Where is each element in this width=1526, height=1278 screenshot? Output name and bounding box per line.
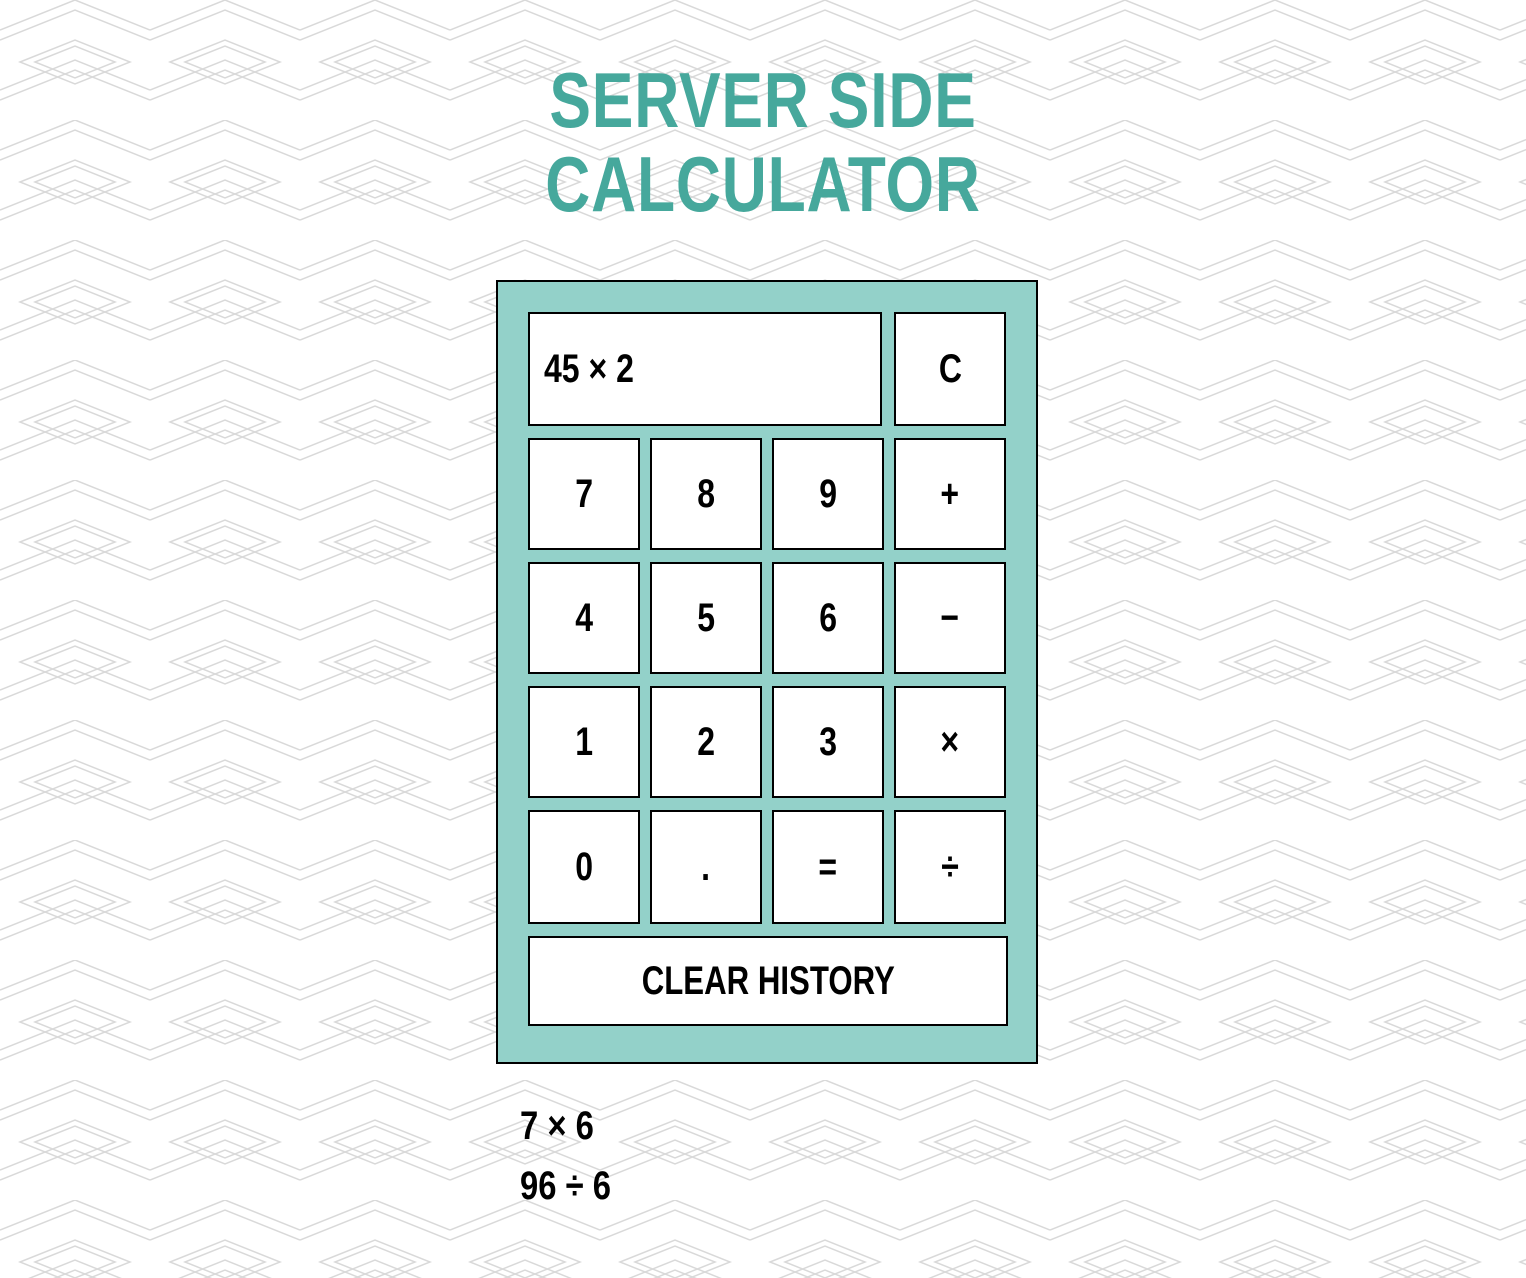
- digit-5-label: 5: [697, 595, 715, 640]
- calculator-display: 45 × 2: [528, 312, 882, 426]
- equals-label: =: [818, 844, 838, 889]
- minus-label: −: [940, 595, 960, 640]
- digit-8-button[interactable]: 8: [650, 438, 762, 550]
- digit-0-button[interactable]: 0: [528, 810, 640, 924]
- digit-1-button[interactable]: 1: [528, 686, 640, 798]
- digit-3-label: 3: [819, 719, 837, 764]
- plus-button[interactable]: +: [894, 438, 1006, 550]
- digit-3-button[interactable]: 3: [772, 686, 884, 798]
- page-title: SERVER SIDE CALCULATOR: [153, 58, 1374, 226]
- page-title-line-2: CALCULATOR: [545, 140, 981, 228]
- clear-history-button[interactable]: CLEAR HISTORY: [528, 936, 1008, 1026]
- page-title-line-1: SERVER SIDE: [549, 56, 977, 144]
- decimal-button[interactable]: .: [650, 810, 762, 924]
- digit-7-button[interactable]: 7: [528, 438, 640, 550]
- digit-9-button[interactable]: 9: [772, 438, 884, 550]
- digit-2-label: 2: [697, 719, 715, 764]
- digit-2-button[interactable]: 2: [650, 686, 762, 798]
- digit-6-label: 6: [819, 595, 837, 640]
- history-item: 7 × 6: [520, 1104, 594, 1148]
- digit-6-button[interactable]: 6: [772, 562, 884, 674]
- multiply-button[interactable]: ×: [894, 686, 1006, 798]
- display-value: 45 × 2: [544, 346, 634, 391]
- digit-4-button[interactable]: 4: [528, 562, 640, 674]
- clear-button-label: C: [938, 346, 962, 391]
- plus-label: +: [940, 471, 960, 516]
- digit-5-button[interactable]: 5: [650, 562, 762, 674]
- digit-1-label: 1: [575, 719, 593, 764]
- clear-button[interactable]: C: [894, 312, 1006, 426]
- clear-history-label: CLEAR HISTORY: [641, 958, 895, 1003]
- multiply-label: ×: [940, 719, 960, 764]
- decimal-label: .: [701, 844, 711, 889]
- digit-9-label: 9: [819, 471, 837, 516]
- digit-7-label: 7: [575, 471, 593, 516]
- history-list: 7 × 6 96 ÷ 6: [520, 1096, 631, 1216]
- divide-label: ÷: [941, 844, 959, 889]
- digit-0-label: 0: [575, 844, 593, 889]
- calculator: 45 × 2 C 7 8 9 + 4 5 6 − 1 2 3 × 0 . = ÷…: [496, 280, 1038, 1064]
- history-item: 96 ÷ 6: [520, 1164, 611, 1208]
- minus-button[interactable]: −: [894, 562, 1006, 674]
- equals-button[interactable]: =: [772, 810, 884, 924]
- digit-8-label: 8: [697, 471, 715, 516]
- divide-button[interactable]: ÷: [894, 810, 1006, 924]
- digit-4-label: 4: [575, 595, 593, 640]
